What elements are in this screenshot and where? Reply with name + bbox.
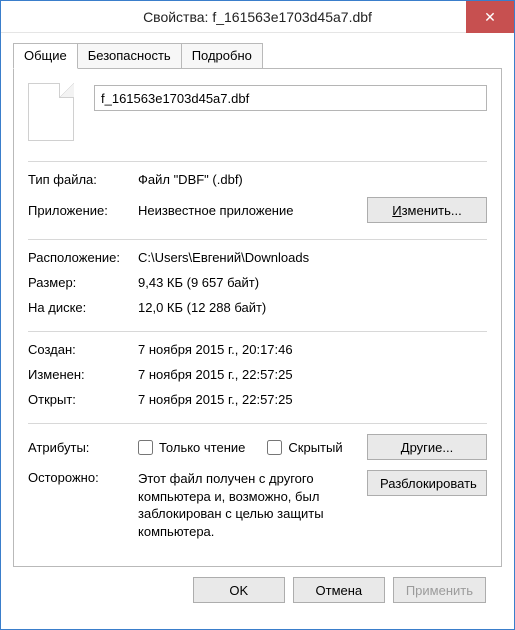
value-location: C:\Users\Евгений\Downloads: [138, 250, 487, 265]
label-created: Создан:: [28, 342, 138, 357]
checkbox-hidden[interactable]: [267, 440, 282, 455]
row-location: Расположение: C:\Users\Евгений\Downloads: [28, 250, 487, 265]
ok-button[interactable]: OK: [193, 577, 285, 603]
close-button[interactable]: ✕: [466, 1, 514, 33]
row-size-on-disk: На диске: 12,0 КБ (12 288 байт): [28, 300, 487, 315]
attribute-checkboxes: Только чтение Скрытый: [138, 440, 359, 455]
label-file-type: Тип файла:: [28, 172, 138, 187]
divider: [28, 239, 487, 240]
label-readonly: Только чтение: [159, 440, 245, 455]
label-modified: Изменен:: [28, 367, 138, 382]
value-size-on-disk: 12,0 КБ (12 288 байт): [138, 300, 487, 315]
properties-window: Свойства: f_161563e1703d45a7.dbf ✕ Общие…: [0, 0, 515, 630]
tab-strip: Общие Безопасность Подробно: [13, 43, 502, 69]
client-area: Общие Безопасность Подробно Тип файла: Ф…: [1, 33, 514, 629]
checkbox-readonly-wrap[interactable]: Только чтение: [138, 440, 245, 455]
value-file-type: Файл "DBF" (.dbf): [138, 172, 487, 187]
tab-security[interactable]: Безопасность: [77, 43, 182, 69]
row-application: Приложение: Неизвестное приложение Измен…: [28, 197, 487, 223]
divider: [28, 331, 487, 332]
tab-details[interactable]: Подробно: [181, 43, 263, 69]
value-application: Неизвестное приложение: [138, 203, 359, 218]
value-size: 9,43 КБ (9 657 байт): [138, 275, 487, 290]
row-caution: Осторожно: Этот файл получен с другого к…: [28, 470, 487, 540]
label-size-on-disk: На диске:: [28, 300, 138, 315]
cancel-button[interactable]: Отмена: [293, 577, 385, 603]
titlebar: Свойства: f_161563e1703d45a7.dbf ✕: [1, 1, 514, 33]
change-button[interactable]: Изменить...: [367, 197, 487, 223]
value-accessed: 7 ноября 2015 г., 22:57:25: [138, 392, 487, 407]
label-accessed: Открыт:: [28, 392, 138, 407]
value-modified: 7 ноября 2015 г., 22:57:25: [138, 367, 487, 382]
dialog-footer: OK Отмена Применить: [13, 567, 502, 617]
checkbox-readonly[interactable]: [138, 440, 153, 455]
advanced-button[interactable]: Другие...: [367, 434, 487, 460]
close-icon: ✕: [484, 9, 496, 26]
divider: [28, 423, 487, 424]
label-caution: Осторожно:: [28, 470, 138, 485]
row-modified: Изменен: 7 ноября 2015 г., 22:57:25: [28, 367, 487, 382]
file-header: [28, 83, 487, 141]
tab-general[interactable]: Общие: [13, 43, 78, 69]
filename-input[interactable]: [94, 85, 487, 111]
label-hidden: Скрытый: [288, 440, 342, 455]
row-size: Размер: 9,43 КБ (9 657 байт): [28, 275, 487, 290]
row-created: Создан: 7 ноября 2015 г., 20:17:46: [28, 342, 487, 357]
row-file-type: Тип файла: Файл "DBF" (.dbf): [28, 172, 487, 187]
value-caution: Этот файл получен с другого компьютера и…: [138, 470, 359, 540]
row-accessed: Открыт: 7 ноября 2015 г., 22:57:25: [28, 392, 487, 407]
divider: [28, 161, 487, 162]
unblock-button[interactable]: Разблокировать: [367, 470, 487, 496]
label-size: Размер:: [28, 275, 138, 290]
label-location: Расположение:: [28, 250, 138, 265]
row-attributes: Атрибуты: Только чтение Скрытый Другие..…: [28, 434, 487, 460]
label-attributes: Атрибуты:: [28, 440, 138, 455]
checkbox-hidden-wrap[interactable]: Скрытый: [267, 440, 342, 455]
value-created: 7 ноября 2015 г., 20:17:46: [138, 342, 487, 357]
label-application: Приложение:: [28, 203, 138, 218]
tab-panel-general: Тип файла: Файл "DBF" (.dbf) Приложение:…: [13, 68, 502, 567]
apply-button[interactable]: Применить: [393, 577, 486, 603]
window-title: Свойства: f_161563e1703d45a7.dbf: [1, 9, 514, 25]
file-icon: [28, 83, 74, 141]
